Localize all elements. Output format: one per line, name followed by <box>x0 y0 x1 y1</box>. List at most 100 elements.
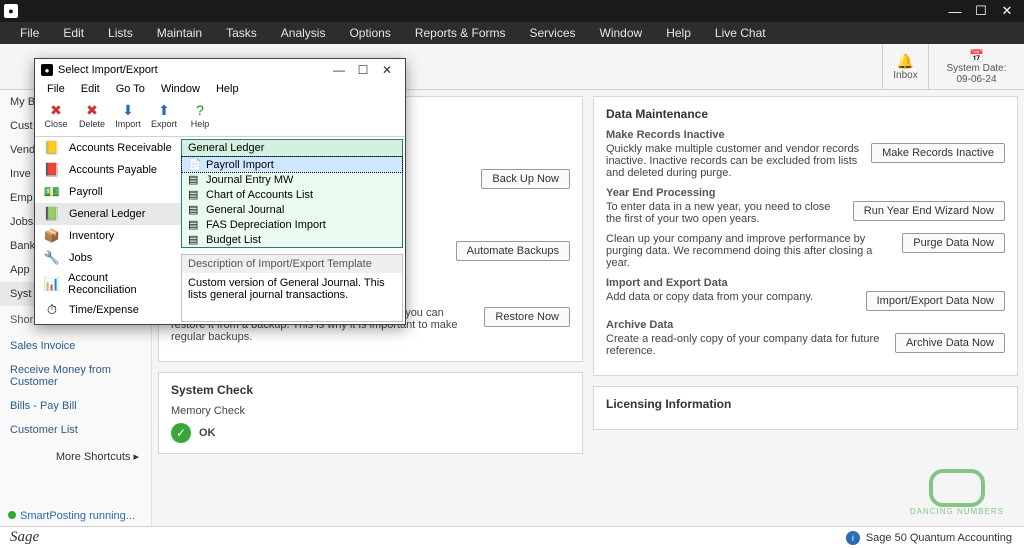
make-inactive-text: Quickly make multiple customer and vendo… <box>606 143 861 179</box>
dialog-category-time-expense[interactable]: ⏱Time/Expense <box>35 299 181 321</box>
shortcut-customer-list[interactable]: Customer List <box>0 418 151 442</box>
automate-backups-button[interactable]: Automate Backups <box>456 241 570 261</box>
dialog-maximize[interactable]: ☐ <box>351 63 375 77</box>
dialog-menu-go-to[interactable]: Go To <box>108 81 153 99</box>
dialog-item-budget-list[interactable]: ▤Budget List <box>182 232 402 247</box>
list-item-icon: ▤ <box>188 218 200 231</box>
status-dot-icon <box>8 511 16 519</box>
archive-sub: Archive Data <box>606 319 1005 331</box>
menu-window[interactable]: Window <box>588 23 655 43</box>
more-shortcuts[interactable]: More Shortcuts ▸ <box>0 442 151 471</box>
dialog-menu-file[interactable]: File <box>39 81 73 99</box>
watermark-text: DANCING NUMBERS <box>910 507 1004 516</box>
archive-data-now-button[interactable]: Archive Data Now <box>895 333 1005 353</box>
shortcut-receive-money-from-customer[interactable]: Receive Money from Customer <box>0 358 151 394</box>
menu-reports-forms[interactable]: Reports & Forms <box>403 23 518 43</box>
menu-file[interactable]: File <box>8 23 51 43</box>
category-icon: 📦 <box>41 228 63 244</box>
run-year-end-wizard-button[interactable]: Run Year End Wizard Now <box>853 201 1005 221</box>
sage-logo: Sage <box>0 529 39 546</box>
dialog-item-general-journal[interactable]: ▤General Journal <box>182 202 402 217</box>
dialog-tool-close[interactable]: ✖Close <box>39 101 73 134</box>
dialog-description-body: Custom version of General Journal. This … <box>182 273 402 321</box>
dialog-item-journal-entry-mw[interactable]: ▤Journal Entry MW <box>182 172 402 187</box>
product-name: Sage 50 Quantum Accounting <box>866 532 1024 544</box>
data-maintenance-header: Data Maintenance <box>606 107 1005 121</box>
dialog-category-general-ledger[interactable]: 📗General Ledger <box>35 203 181 225</box>
info-icon[interactable]: i <box>846 531 860 545</box>
dialog-category-accounts-payable[interactable]: 📕Accounts Payable <box>35 159 181 181</box>
dialog-category-account-reconciliation[interactable]: 📊Account Reconciliation <box>35 269 181 299</box>
list-item-icon: ▤ <box>188 233 200 246</box>
category-icon: 📊 <box>41 276 62 292</box>
memory-check-label: Memory Check <box>171 405 570 417</box>
system-date-label: System Date: <box>946 63 1006 74</box>
back-up-now-button[interactable]: Back Up Now <box>481 169 570 189</box>
menu-maintain[interactable]: Maintain <box>145 23 214 43</box>
dialog-description-header: Description of Import/Export Template <box>182 255 402 273</box>
dialog-item-fas-depreciation-import[interactable]: ▤FAS Depreciation Import <box>182 217 402 232</box>
dialog-category-accounts-receivable[interactable]: 📒Accounts Receivable <box>35 137 181 159</box>
window-minimize[interactable]: — <box>942 2 968 20</box>
menu-edit[interactable]: Edit <box>51 23 96 43</box>
calendar-icon: 📅 <box>969 49 984 63</box>
dialog-item-payroll-import[interactable]: 📄Payroll Import <box>182 157 402 172</box>
purge-data-now-button[interactable]: Purge Data Now <box>902 233 1005 253</box>
import-export-sub: Import and Export Data <box>606 277 1005 289</box>
dialog-menu-help[interactable]: Help <box>208 81 247 99</box>
shortcut-bills-pay-bill[interactable]: Bills - Pay Bill <box>0 394 151 418</box>
dialog-minimize[interactable]: — <box>327 63 351 77</box>
dialog-tool-import[interactable]: ⬇Import <box>111 101 145 134</box>
system-check-panel: System Check Memory Check ✓ OK <box>158 372 583 454</box>
inbox-label: Inbox <box>893 70 917 81</box>
list-item-icon: ▤ <box>188 173 200 186</box>
menu-services[interactable]: Services <box>518 23 588 43</box>
menu-help[interactable]: Help <box>654 23 703 43</box>
dialog-category-jobs[interactable]: 🔧Jobs <box>35 247 181 269</box>
smartposting-status[interactable]: SmartPosting running... <box>8 510 135 522</box>
restore-now-button[interactable]: Restore Now <box>484 307 570 327</box>
dialog-title: Select Import/Export <box>58 64 158 76</box>
dialog-category-inventory[interactable]: 📦Inventory <box>35 225 181 247</box>
make-records-inactive-button[interactable]: Make Records Inactive <box>871 143 1005 163</box>
watermark: DANCING NUMBERS <box>910 469 1004 516</box>
check-ok-icon: ✓ <box>171 423 191 443</box>
import-icon: ⬇ <box>119 101 137 119</box>
dialog-close[interactable]: ✕ <box>375 63 399 77</box>
inbox-button[interactable]: 🔔 Inbox <box>882 44 928 90</box>
dialog-tool-export[interactable]: ⬆Export <box>147 101 181 134</box>
dialog-tool-help[interactable]: ?Help <box>183 101 217 134</box>
app-menubar: FileEditListsMaintainTasksAnalysisOption… <box>0 22 1024 44</box>
menu-options[interactable]: Options <box>337 23 402 43</box>
menu-analysis[interactable]: Analysis <box>269 23 338 43</box>
close-icon: ✖ <box>47 101 65 119</box>
menu-tasks[interactable]: Tasks <box>214 23 269 43</box>
system-check-header: System Check <box>171 383 570 397</box>
watermark-logo-icon <box>929 469 985 507</box>
import-export-data-now-button[interactable]: Import/Export Data Now <box>866 291 1005 311</box>
memory-check-status: OK <box>199 427 216 439</box>
year-end-sub: Year End Processing <box>606 187 1005 199</box>
dialog-menu-window[interactable]: Window <box>153 81 208 99</box>
make-inactive-sub: Make Records Inactive <box>606 129 1005 141</box>
app-titlebar: ● — ☐ ✕ <box>0 0 1024 22</box>
shortcut-sales-invoice[interactable]: Sales Invoice <box>0 334 151 358</box>
dialog-menubar: FileEditGo ToWindowHelp <box>35 81 405 99</box>
category-icon: 💵 <box>41 184 63 200</box>
system-date: 📅 System Date: 09-06-24 <box>928 44 1024 90</box>
menu-lists[interactable]: Lists <box>96 23 145 43</box>
dialog-template-list[interactable]: General Ledger 📄Payroll Import▤Journal E… <box>181 139 403 248</box>
window-close[interactable]: ✕ <box>994 2 1020 20</box>
dialog-menu-edit[interactable]: Edit <box>73 81 108 99</box>
dialog-item-chart-of-accounts-list[interactable]: ▤Chart of Accounts List <box>182 187 402 202</box>
dialog-list-header: General Ledger <box>182 140 402 157</box>
menu-live-chat[interactable]: Live Chat <box>703 23 778 43</box>
dialog-category-payroll[interactable]: 💵Payroll <box>35 181 181 203</box>
app-icon: ● <box>4 4 18 18</box>
dialog-tool-delete[interactable]: ✖Delete <box>75 101 109 134</box>
window-maximize[interactable]: ☐ <box>968 2 994 20</box>
dialog-description-box: Description of Import/Export Template Cu… <box>181 254 403 322</box>
help-icon: ? <box>191 101 209 119</box>
bell-icon: 🔔 <box>897 53 914 70</box>
select-import-export-dialog: ● Select Import/Export — ☐ ✕ FileEditGo … <box>34 58 406 325</box>
